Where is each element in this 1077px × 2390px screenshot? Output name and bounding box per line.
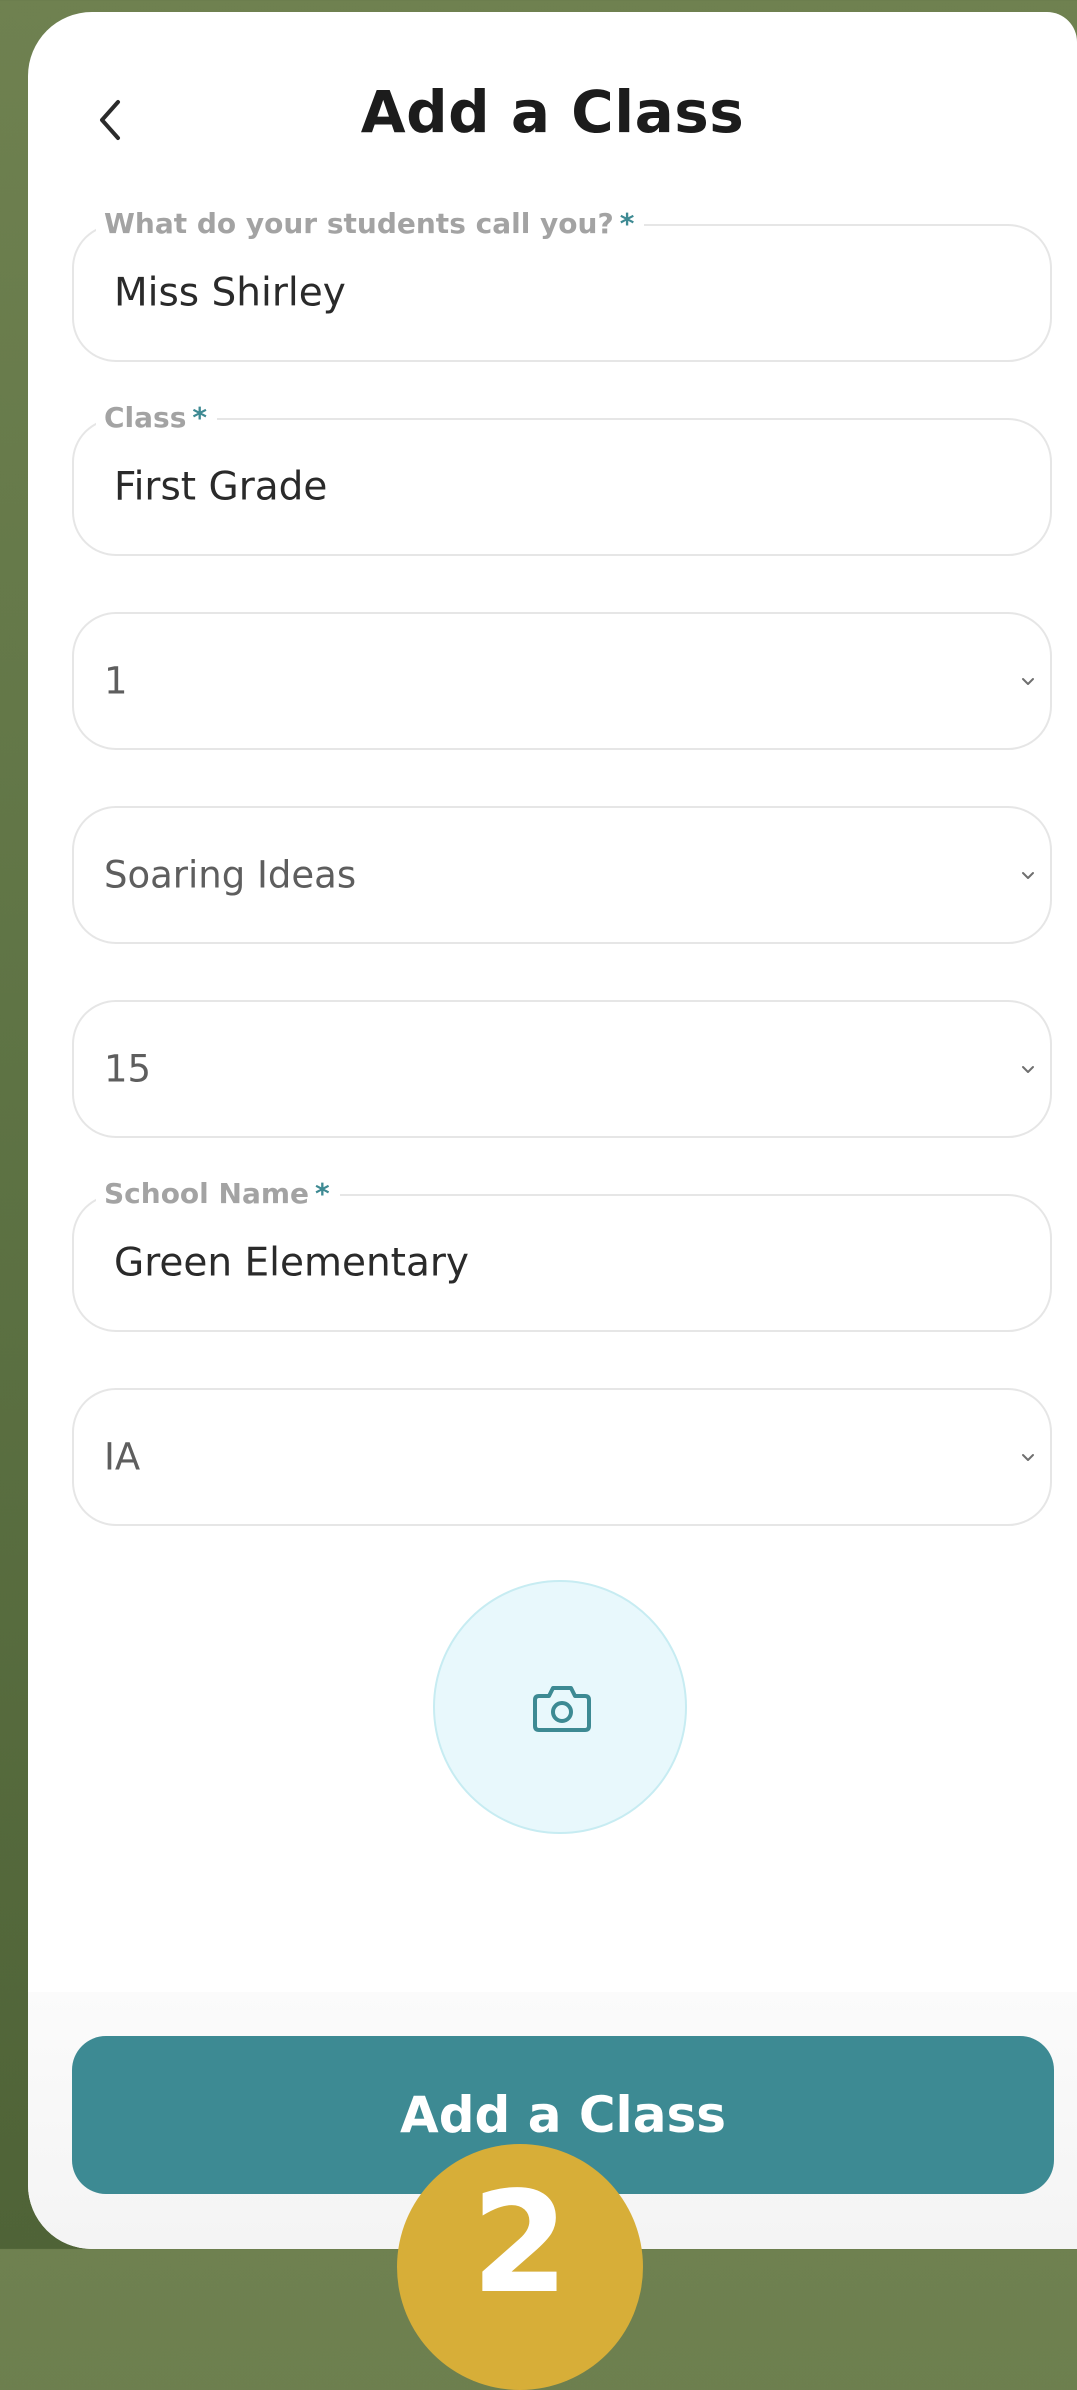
grade-select-value: 1	[104, 659, 128, 703]
grade-select[interactable]: 1	[72, 612, 1052, 750]
camera-icon	[533, 1686, 591, 1732]
students-count-select[interactable]: 15	[72, 1000, 1052, 1138]
class-name-label-text: Class	[104, 401, 187, 434]
school-name-label-text: School Name	[104, 1177, 310, 1210]
school-name-value: Green Elementary	[114, 1240, 469, 1286]
curriculum-select-value: Soaring Ideas	[104, 853, 357, 897]
state-select[interactable]: IA	[72, 1388, 1052, 1526]
header: Add a Class	[28, 12, 1077, 202]
required-marker: *	[315, 1177, 330, 1210]
teacher-name-label: What do your students call you? *	[96, 202, 645, 246]
class-name-label: Class *	[96, 396, 218, 440]
add-class-button-label: Add a Class	[400, 2086, 726, 2144]
state-select-value: IA	[104, 1435, 141, 1479]
page-title: Add a Class	[360, 78, 745, 146]
step-number-badge: 2	[397, 2144, 643, 2390]
step-number-digit: 2	[471, 2162, 569, 2325]
chevron-down-icon	[1022, 678, 1034, 685]
curriculum-select[interactable]: Soaring Ideas	[72, 806, 1052, 944]
phone-screen: Add a Class What do your students call y…	[28, 12, 1077, 2249]
teacher-name-value: Miss Shirley	[114, 270, 346, 316]
chevron-down-icon	[1022, 872, 1034, 879]
class-name-field[interactable]: Class * First Grade	[72, 396, 1052, 556]
teacher-name-label-text: What do your students call you?	[104, 207, 614, 240]
students-count-value: 15	[104, 1047, 152, 1091]
teacher-name-field[interactable]: What do your students call you? * Miss Sh…	[72, 202, 1052, 362]
required-marker: *	[619, 207, 635, 240]
chevron-down-icon	[1022, 1454, 1034, 1461]
school-name-field[interactable]: School Name * Green Elementary	[72, 1172, 1052, 1332]
chevron-down-icon	[1022, 1066, 1034, 1073]
school-name-label: School Name *	[96, 1172, 340, 1216]
class-photo-upload-button[interactable]	[433, 1580, 687, 1834]
class-name-value: First Grade	[114, 464, 328, 510]
required-marker: *	[192, 401, 208, 434]
